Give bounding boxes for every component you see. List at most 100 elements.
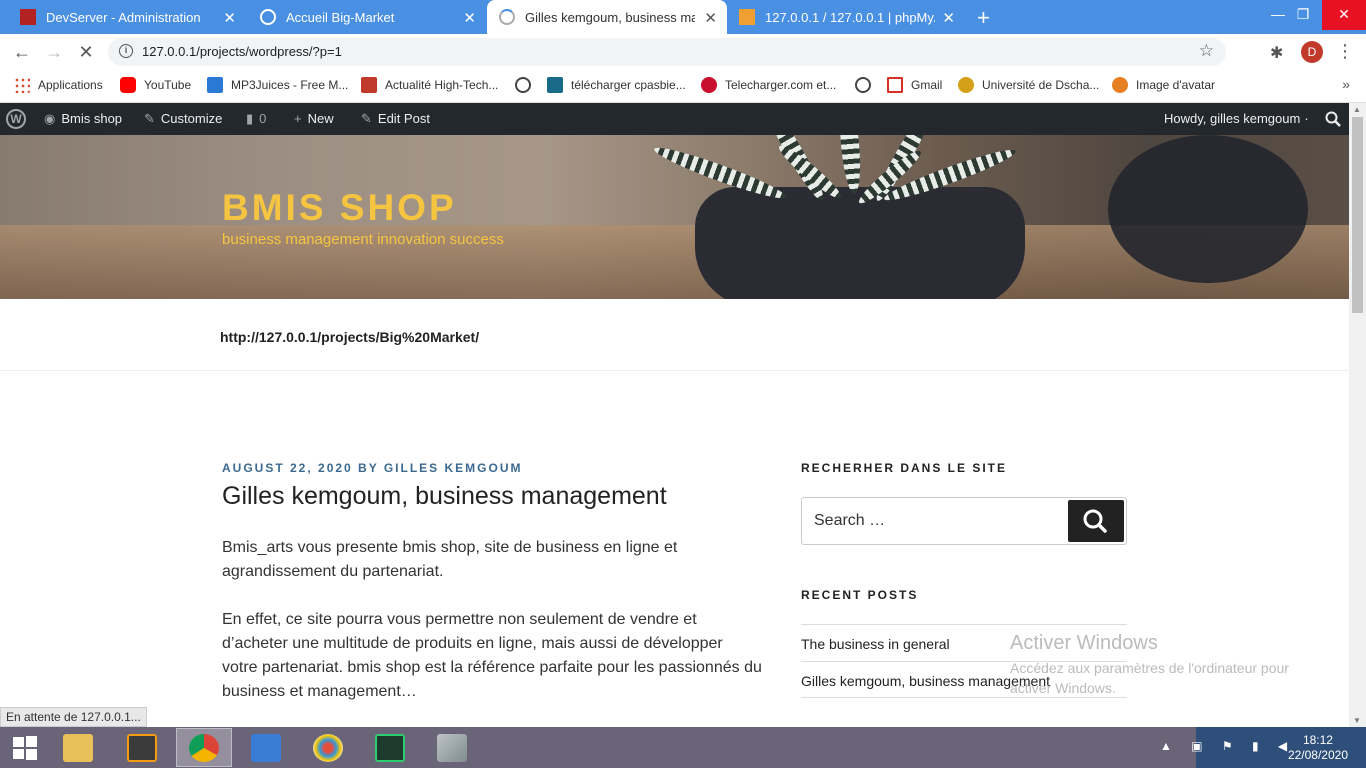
post-meta[interactable]: AUGUST 22, 2020 BY GILLES KEMGOUM bbox=[222, 461, 523, 475]
page-scrollbar[interactable]: ▲ ▼ bbox=[1349, 103, 1366, 727]
avatar-image-icon bbox=[1112, 77, 1128, 93]
globe-icon bbox=[855, 77, 871, 93]
bookmark-gmail[interactable]: Gmail bbox=[887, 77, 942, 93]
admin-edit-post-link[interactable]: ✎ Edit Post bbox=[361, 103, 430, 135]
bookmark-label: MP3Juices - Free M... bbox=[231, 78, 349, 92]
taskbar-app[interactable] bbox=[362, 728, 418, 767]
tab-accueil-big-market[interactable]: Accueil Big-Market ✕ bbox=[248, 0, 486, 34]
restore-icon[interactable]: ❐ bbox=[1281, 0, 1325, 30]
windows-taskbar: ▲ ▣ ⚑ ▮ ◀ 18:12 22/08/2020 bbox=[0, 727, 1366, 768]
browser-status-bar: En attente de 127.0.0.1... bbox=[0, 707, 147, 727]
site-navigation: http://127.0.0.1/projects/Big%20Market/ bbox=[0, 299, 1349, 371]
admin-site-link[interactable]: ◉ Bmis shop bbox=[44, 103, 122, 135]
admin-customize-link[interactable]: ✎ Customize bbox=[144, 103, 222, 135]
new-tab-icon[interactable]: + bbox=[977, 5, 990, 31]
bookmark-universite[interactable]: Université de Dscha... bbox=[958, 77, 1099, 93]
bookmark-mp3juices[interactable]: MP3Juices - Free M... bbox=[207, 77, 348, 93]
bookmark-youtube[interactable]: YouTube bbox=[120, 77, 191, 93]
taskbar-notes[interactable] bbox=[424, 728, 480, 767]
search-field[interactable]: Search … bbox=[801, 497, 1127, 545]
bookmark-telecharger-com[interactable]: Telecharger.com et... bbox=[701, 77, 836, 93]
clock[interactable]: 18:12 22/08/2020 bbox=[1288, 733, 1348, 763]
tab-title: Accueil Big-Market bbox=[286, 9, 395, 25]
taskbar-chrome[interactable] bbox=[176, 728, 232, 767]
system-tray: ▲ ▣ ⚑ ▮ ◀ 18:12 22/08/2020 bbox=[1160, 727, 1366, 768]
notes-icon bbox=[437, 733, 467, 762]
comment-icon: ▮ bbox=[246, 111, 254, 126]
taskbar-paint[interactable] bbox=[300, 728, 356, 767]
post-paragraph: En effet, ce site pourra vous permettre … bbox=[222, 611, 762, 700]
tab-close-icon[interactable]: ✕ bbox=[704, 9, 717, 27]
bookmark-applications[interactable]: Applications bbox=[14, 77, 103, 93]
tray-icons[interactable]: ▲ ▣ ⚑ ▮ ◀ bbox=[1160, 739, 1295, 753]
globe-icon bbox=[515, 77, 531, 93]
bookmark-star-icon[interactable]: ☆ bbox=[1199, 41, 1214, 61]
wordpress-logo-icon[interactable]: W bbox=[6, 103, 26, 135]
search-widget-title: RECHERHER DANS LE SITE bbox=[801, 461, 1008, 475]
tab-close-icon[interactable]: ✕ bbox=[463, 9, 476, 27]
howdy-label: Howdy, gilles kemgoum bbox=[1164, 111, 1301, 126]
bookmark-globe[interactable] bbox=[515, 77, 539, 93]
more-bookmarks-icon[interactable]: » bbox=[1342, 76, 1350, 92]
bookmark-telecharger-cpasbien[interactable]: télécharger cpasbie... bbox=[547, 77, 686, 93]
browser-toolbar: ← → ✕ i 127.0.0.1/projects/wordpress/?p=… bbox=[0, 34, 1366, 70]
site-title[interactable]: BMIS SHOP bbox=[222, 187, 457, 229]
tab-gilles-kemgoum[interactable]: Gilles kemgoum, business manag ✕ bbox=[487, 0, 727, 34]
bookmark-image-avatar[interactable]: Image d'avatar bbox=[1112, 77, 1215, 93]
tab-close-icon[interactable]: ✕ bbox=[942, 9, 955, 27]
clock-date: 22/08/2020 bbox=[1287, 748, 1348, 762]
t9-icon bbox=[547, 77, 563, 93]
profile-avatar[interactable]: D bbox=[1301, 41, 1323, 63]
clock-time: 18:12 bbox=[1302, 733, 1333, 747]
nav-link-big-market[interactable]: http://127.0.0.1/projects/Big%20Market/ bbox=[220, 329, 479, 345]
tab-close-icon[interactable]: ✕ bbox=[223, 9, 236, 27]
tab-title: DevServer - Administration bbox=[46, 9, 201, 25]
header-plant-leaf bbox=[836, 135, 864, 195]
tab-devserver[interactable]: DevServer - Administration ✕ bbox=[8, 0, 246, 34]
bookmark-actualite[interactable]: Actualité High-Tech... bbox=[361, 77, 498, 93]
plus-icon: + bbox=[294, 111, 302, 126]
taskbar-network[interactable] bbox=[238, 728, 294, 767]
university-icon bbox=[958, 77, 974, 93]
scroll-down-icon[interactable]: ▼ bbox=[1353, 716, 1361, 725]
customize-label: Customize bbox=[160, 111, 223, 126]
address-bar[interactable]: i 127.0.0.1/projects/wordpress/?p=1 ☆ bbox=[108, 38, 1226, 66]
windows-logo-icon bbox=[13, 735, 37, 760]
stop-loading-icon[interactable]: ✕ bbox=[74, 40, 98, 64]
search-submit-button[interactable] bbox=[1068, 500, 1124, 542]
back-icon[interactable]: ← bbox=[10, 40, 34, 64]
youtube-icon bbox=[120, 77, 136, 93]
taskbar-sublime[interactable] bbox=[114, 728, 170, 767]
admin-new-link[interactable]: + New bbox=[294, 103, 334, 135]
bookmark-label: Telecharger.com et... bbox=[725, 78, 837, 92]
admin-comments-link[interactable]: ▮ 0 bbox=[246, 103, 266, 135]
app-icon bbox=[375, 733, 405, 762]
info-icon[interactable]: i bbox=[119, 44, 133, 58]
network-keyboard-icon bbox=[251, 733, 281, 762]
url-text[interactable]: 127.0.0.1/projects/wordpress/?p=1 bbox=[142, 44, 342, 59]
extensions-icon[interactable]: ✱ bbox=[1270, 43, 1283, 63]
scroll-up-icon[interactable]: ▲ bbox=[1353, 105, 1361, 114]
edit-post-label: Edit Post bbox=[377, 111, 430, 126]
recent-posts-title: RECENT POSTS bbox=[801, 588, 919, 602]
scrollbar-thumb[interactable] bbox=[1352, 117, 1363, 313]
brush-icon: ✎ bbox=[144, 111, 155, 126]
taskbar-file-explorer[interactable] bbox=[50, 728, 106, 767]
admin-howdy-link[interactable]: Howdy, gilles kemgoum · bbox=[1164, 103, 1309, 135]
apps-grid-icon bbox=[14, 77, 30, 93]
paint-palette-icon bbox=[313, 733, 343, 762]
bookmark-globe-2[interactable] bbox=[855, 77, 879, 93]
site-description: business management innovation success bbox=[222, 231, 504, 248]
tab-strip: DevServer - Administration ✕ Accueil Big… bbox=[0, 0, 1366, 34]
bookmark-label: Université de Dscha... bbox=[982, 78, 1100, 92]
admin-search-icon[interactable] bbox=[1325, 103, 1341, 135]
start-button[interactable] bbox=[0, 728, 50, 767]
bookmark-label: télécharger cpasbie... bbox=[571, 78, 686, 92]
bookmark-label: Actualité High-Tech... bbox=[385, 78, 499, 92]
forward-icon[interactable]: → bbox=[42, 40, 66, 64]
tab-phpmyadmin[interactable]: 127.0.0.1 / 127.0.0.1 | phpMyAdm ✕ bbox=[727, 0, 965, 34]
high-tech-icon bbox=[361, 77, 377, 93]
close-window-icon[interactable]: ✕ bbox=[1322, 0, 1366, 30]
admin-site-name: Bmis shop bbox=[61, 111, 123, 126]
browser-menu-icon[interactable]: ⋮ bbox=[1336, 41, 1354, 62]
